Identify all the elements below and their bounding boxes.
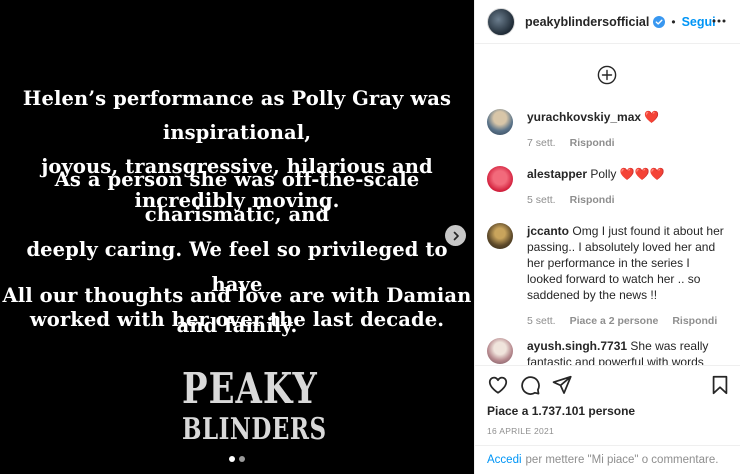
logo-line-2: BLINDERS: [182, 411, 327, 448]
comment-username[interactable]: ayush.singh.7731: [527, 339, 627, 353]
post-header: peakyblindersofficial • Segui: [475, 0, 740, 44]
comment-content: Polly ❤️❤️❤️: [590, 167, 665, 181]
author-username[interactable]: peakyblindersofficial: [525, 15, 649, 29]
avatar[interactable]: [487, 7, 515, 36]
verified-badge-icon: [653, 15, 666, 28]
comment-meta: 5 sett. Rispondi: [527, 194, 665, 206]
avatar[interactable]: [487, 223, 513, 249]
post-side-panel: peakyblindersofficial • Segui yurachkovs…: [474, 0, 740, 474]
separator-dot: •: [671, 14, 676, 29]
comment-item: ayush.singh.7731 She was really fantasti…: [487, 338, 732, 365]
carousel-dot-active: [229, 456, 235, 462]
login-prompt-text: per mettere "Mi piace" o commentare.: [525, 454, 719, 466]
avatar[interactable]: [487, 166, 513, 192]
comment-username[interactable]: jccanto: [527, 224, 569, 238]
comment-text: yurachkovskiy_max ❤️: [527, 109, 659, 125]
likes-count[interactable]: Piace a 1.737.101 persone: [487, 404, 635, 418]
quote-paragraph-3: All our thoughts and love are with Damia…: [0, 281, 474, 341]
carousel-next-button[interactable]: [445, 225, 466, 246]
comment-item: alestapper Polly ❤️❤️❤️ 5 sett. Rispondi: [487, 166, 732, 206]
comment-time[interactable]: 7 sett.: [527, 137, 556, 149]
login-link[interactable]: Accedi: [487, 454, 522, 466]
post-date[interactable]: 16 APRILE 2021: [487, 426, 554, 436]
reply-button[interactable]: Rispondi: [672, 315, 717, 327]
post-actions-bar: [475, 365, 740, 401]
carousel-indicator: [229, 456, 245, 462]
peaky-blinders-logo: PEAKY BLINDERS: [182, 368, 326, 445]
comment-content: ❤️: [644, 110, 660, 124]
login-footer: Accedi per mettere "Mi piace" o commenta…: [475, 445, 740, 474]
carousel-dot: [239, 456, 245, 462]
quote-line: All our thoughts and love are with Damia…: [2, 284, 472, 337]
comment-text: alestapper Polly ❤️❤️❤️: [527, 166, 665, 182]
quote-line: Helen’s performance as Polly Gray was in…: [22, 87, 452, 144]
reply-button[interactable]: Rispondi: [570, 137, 615, 149]
comment-time[interactable]: 5 sett.: [527, 194, 556, 206]
chevron-right-icon: [453, 231, 459, 240]
quote-line: As a person she was off-the-scale charis…: [54, 168, 420, 226]
post-image: Helen’s performance as Polly Gray was in…: [0, 0, 474, 474]
bookmark-icon[interactable]: [710, 374, 730, 396]
heart-icon[interactable]: [487, 374, 509, 396]
comment-text: ayush.singh.7731 She was really fantasti…: [527, 338, 727, 365]
comment-meta: 5 sett. Piace a 2 persone Rispondi: [527, 315, 727, 327]
comment-icon[interactable]: [519, 374, 541, 396]
comments-list[interactable]: yurachkovskiy_max ❤️ 7 sett. Rispondi al…: [475, 45, 740, 365]
instagram-post-modal: Helen’s performance as Polly Gray was in…: [0, 0, 740, 474]
comment-meta: 7 sett. Rispondi: [527, 137, 659, 149]
avatar[interactable]: [487, 338, 513, 364]
comment-item: yurachkovskiy_max ❤️ 7 sett. Rispondi: [487, 109, 732, 149]
comment-likes[interactable]: Piace a 2 persone: [570, 315, 659, 327]
comment-text: jccanto Omg I just found it about her pa…: [527, 223, 727, 303]
comment-time[interactable]: 5 sett.: [527, 315, 556, 327]
comment-item: jccanto Omg I just found it about her pa…: [487, 223, 732, 327]
reply-button[interactable]: Rispondi: [570, 194, 615, 206]
avatar[interactable]: [487, 109, 513, 135]
logo-line-1: PEAKY: [182, 364, 318, 414]
comment-username[interactable]: yurachkovskiy_max: [527, 110, 641, 124]
more-horizontal-icon[interactable]: [712, 14, 726, 28]
comment-username[interactable]: alestapper: [527, 167, 587, 181]
plus-circle-icon[interactable]: [597, 65, 617, 85]
follow-button[interactable]: Segui: [682, 15, 716, 29]
send-icon[interactable]: [551, 374, 573, 396]
